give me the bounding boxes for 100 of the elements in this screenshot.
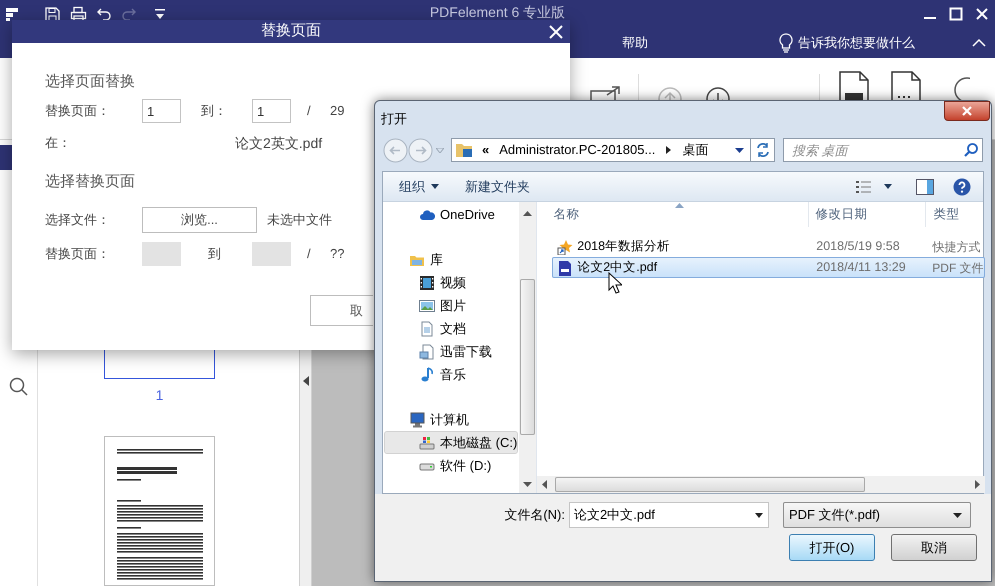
file-type-dropdown[interactable]: PDF 文件(*.pdf) — [783, 502, 971, 528]
page-total: 29 — [330, 102, 344, 120]
search-field[interactable]: 搜索 桌面 — [783, 138, 983, 162]
cancel-button[interactable]: 取消 — [891, 534, 977, 561]
pdf-file-icon — [557, 260, 574, 276]
refresh-icon — [754, 142, 771, 158]
caret-icon — [953, 512, 962, 518]
nav-item[interactable]: 视频 — [384, 271, 518, 294]
field-label: 替换页面： — [45, 245, 111, 264]
scroll-left-icon — [542, 480, 548, 489]
column-header[interactable]: 类型 — [926, 202, 985, 227]
file-row[interactable]: 2018年数据分析 2018/5/19 9:58 快捷方式 — [552, 236, 985, 257]
open-button[interactable]: 打开(O) — [789, 534, 875, 561]
music-note-icon — [419, 366, 435, 382]
field-label: 替换页面： — [45, 102, 111, 120]
page-field[interactable]: 1 — [142, 99, 181, 123]
app-logo-icon — [5, 6, 21, 22]
table-cell-text: 快捷方式 — [931, 238, 980, 256]
print-icon[interactable] — [70, 6, 87, 22]
refresh-button[interactable] — [751, 138, 775, 162]
nav-item[interactable]: 图片 — [384, 294, 518, 317]
nav-item[interactable]: OneDrive — [384, 203, 518, 226]
drive-icon — [419, 434, 435, 450]
field-label: 选择文件： — [45, 211, 111, 230]
search-icon[interactable] — [963, 142, 979, 158]
save-icon[interactable] — [44, 6, 61, 22]
nav-item[interactable]: 文档 — [384, 317, 518, 340]
browse-button[interactable]: 浏览... — [142, 207, 257, 233]
horizontal-scrollbar[interactable] — [537, 476, 985, 493]
breadcrumb-item[interactable]: Administrator.PC-201805... — [499, 140, 656, 160]
scroll-up-icon — [523, 211, 532, 216]
collapse-panel-icon[interactable] — [302, 376, 308, 386]
page-number: 1 — [154, 386, 164, 405]
field-label: 到 — [208, 245, 222, 264]
section-heading: 选择页面替换 — [45, 72, 135, 91]
redo-icon[interactable] — [121, 6, 137, 22]
section-heading: 选择替换页面 — [45, 172, 135, 191]
dialog-title: 替换页面 — [261, 21, 321, 42]
preview-pane-icon[interactable] — [916, 178, 934, 194]
dialog-title: 打开 — [381, 110, 407, 128]
nav-item[interactable]: 本地磁盘 (C:) — [384, 431, 518, 454]
separator-text: / — [307, 245, 312, 264]
table-cell-text: PDF 文件 — [931, 260, 984, 276]
table-cell: 论文2中文.pdf — [553, 258, 810, 277]
nav-item[interactable]: 库 — [384, 248, 518, 271]
column-header[interactable]: 修改日期 — [809, 202, 926, 227]
shortcut-icon — [557, 238, 574, 254]
page-total: ?? — [330, 245, 344, 264]
undo-icon[interactable] — [96, 6, 112, 22]
scroll-down-icon — [523, 482, 532, 487]
cancel-button[interactable]: 取 — [310, 295, 373, 326]
tell-me-field[interactable]: 告诉我你想要做什么 — [778, 33, 915, 53]
nav-item[interactable]: 音乐 — [384, 363, 518, 386]
picture-icon — [419, 298, 435, 314]
computer-icon — [409, 412, 425, 428]
folder-icon — [455, 141, 473, 159]
close-icon[interactable] — [549, 24, 563, 38]
page-field[interactable]: 1 — [252, 99, 291, 123]
separator-text: / — [307, 102, 312, 120]
table-cell-text: 2018/5/19 9:58 — [815, 238, 901, 256]
file-name-text: 论文2英文.pdf — [235, 134, 322, 153]
breadcrumb-overflow[interactable]: « — [482, 140, 490, 160]
collapse-ribbon-icon[interactable] — [971, 37, 987, 49]
search-icon[interactable] — [9, 377, 29, 397]
lightbulb-icon — [778, 33, 794, 53]
file-name-combobox[interactable]: 论文2中文.pdf — [569, 502, 769, 528]
view-list-icon[interactable] — [856, 180, 872, 194]
sort-arrow-icon — [675, 203, 684, 208]
chevron-icon — [666, 146, 672, 154]
nav-item[interactable]: 计算机 — [384, 408, 518, 431]
caret-icon[interactable] — [755, 513, 763, 518]
vertical-scrollbar[interactable] — [519, 202, 536, 493]
caret-icon[interactable] — [884, 184, 892, 189]
maximize-icon[interactable] — [949, 7, 963, 21]
film-icon — [419, 274, 435, 290]
caret-icon[interactable] — [735, 148, 744, 152]
close-icon[interactable] — [975, 7, 989, 21]
file-status-text: 未选中文件 — [267, 211, 332, 230]
close-icon — [961, 106, 973, 116]
document-icon — [419, 320, 435, 336]
close-button[interactable] — [944, 101, 990, 121]
address-bar[interactable]: « Administrator.PC-201805... 桌面 — [451, 138, 752, 162]
new-folder-button[interactable]: 新建文件夹 — [465, 176, 530, 196]
caret-icon — [431, 184, 439, 189]
download-icon — [419, 344, 435, 360]
menu-tab[interactable]: 帮助 — [622, 33, 648, 53]
nav-item[interactable]: 软件 (D:) — [384, 454, 518, 477]
organize-menu[interactable]: 组织 — [399, 176, 439, 196]
field-label: 在： — [45, 134, 72, 152]
mouse-pointer-icon — [608, 272, 622, 294]
scroll-right-icon — [974, 480, 980, 489]
field-label: 文件名(N): — [503, 506, 566, 524]
table-cell-text: 2018/4/11 13:29 — [815, 259, 907, 276]
breadcrumb-item[interactable]: 桌面 — [682, 140, 708, 160]
field-label: 到： — [201, 102, 228, 120]
help-icon[interactable] — [953, 178, 971, 196]
page-thumbnail[interactable] — [104, 436, 215, 586]
nav-item[interactable]: 迅雷下载 — [384, 340, 518, 363]
file-row[interactable]: 论文2中文.pdf 2018/4/11 13:29 PDF 文件 — [552, 257, 985, 278]
window-title: PDFelement 6 专业版 — [430, 4, 566, 20]
